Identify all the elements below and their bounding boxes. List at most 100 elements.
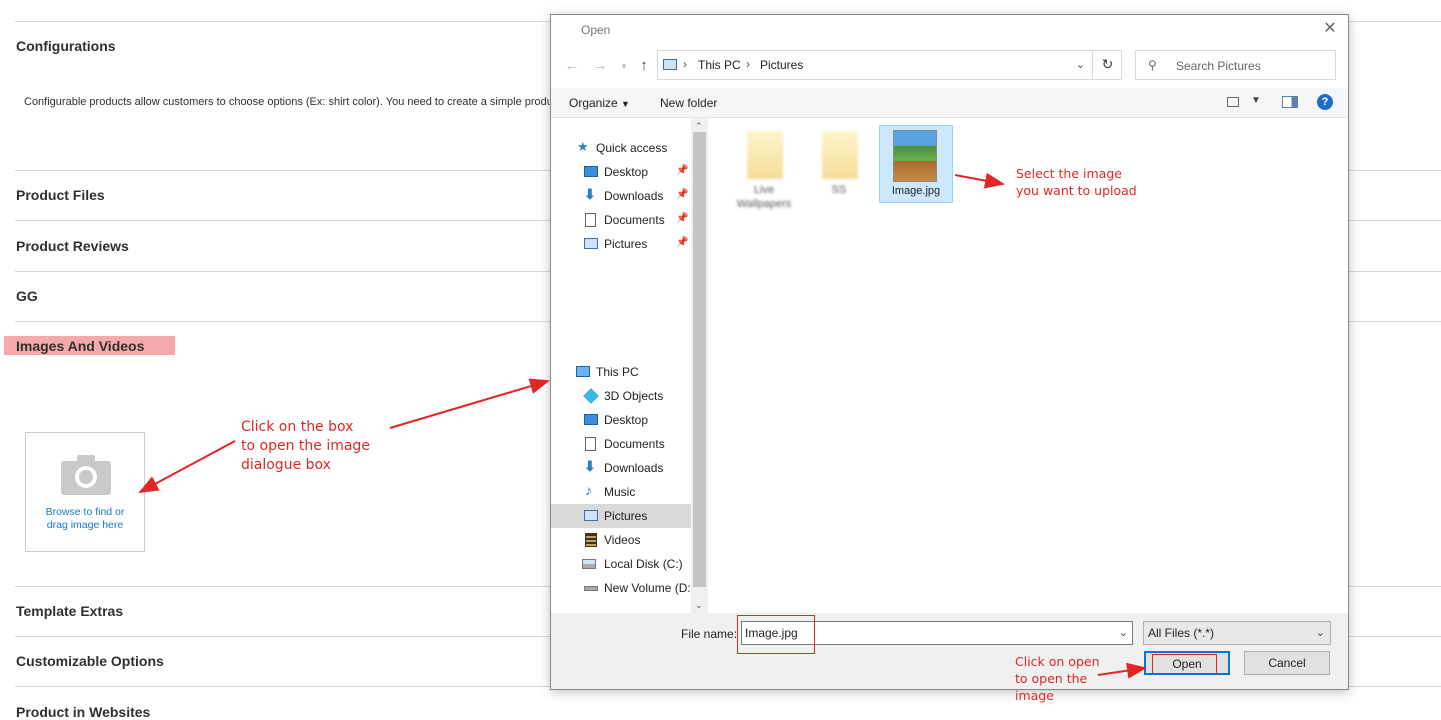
- close-icon[interactable]: ✕: [1320, 19, 1340, 39]
- up-arrow-icon[interactable]: ↑: [635, 57, 653, 74]
- music-note-icon: ♪: [585, 482, 592, 498]
- scroll-up-icon[interactable]: ⌃: [695, 121, 703, 132]
- breadcrumb-this-pc[interactable]: This PC: [698, 58, 741, 72]
- configurations-note: Configurable products allow customers to…: [24, 96, 554, 108]
- section-product-files[interactable]: Product Files: [16, 187, 105, 203]
- camera-icon: [61, 455, 111, 495]
- annotation-line: to open the image: [241, 438, 370, 454]
- address-dropdown-icon[interactable]: ⌄: [1076, 58, 1085, 71]
- back-arrow-icon[interactable]: ←: [563, 57, 581, 74]
- chevron-down-icon: ⌄: [1315, 627, 1325, 639]
- search-box[interactable]: ⚲ Search Pictures: [1135, 50, 1336, 80]
- view-options-icon[interactable]: [1227, 97, 1239, 107]
- nav-quick-pictures[interactable]: Pictures 📌: [551, 232, 691, 256]
- pin-icon: 📌: [676, 237, 689, 248]
- file-label: Image.jpg: [891, 185, 941, 197]
- nav-music[interactable]: ♪ Music: [551, 480, 691, 504]
- nav-scrollbar[interactable]: ⌃ ⌄: [691, 118, 708, 613]
- scroll-down-icon[interactable]: ⌄: [695, 600, 703, 611]
- arrow-to-dialog: [389, 378, 550, 429]
- annotation-select-image: Select the image you want to upload: [1016, 165, 1137, 199]
- file-name-label: File name:: [681, 627, 738, 641]
- scrollbar-thumb[interactable]: [693, 132, 706, 587]
- pictures-icon: [584, 510, 598, 521]
- nav-label: Pictures: [604, 509, 648, 523]
- forward-arrow-icon[interactable]: →: [591, 57, 609, 74]
- nav-documents[interactable]: Documents: [551, 432, 691, 456]
- search-icon: ⚲: [1148, 58, 1157, 72]
- nav-label: Desktop: [604, 413, 649, 427]
- nav-quick-documents[interactable]: Documents 📌: [551, 208, 691, 232]
- nav-label: Downloads: [604, 189, 664, 203]
- annotation-line: Click on the box: [241, 419, 354, 435]
- cube-icon: [583, 388, 599, 404]
- section-customizable-options[interactable]: Customizable Options: [16, 653, 164, 669]
- nav-label: Documents: [604, 437, 665, 451]
- breadcrumb-pictures[interactable]: Pictures: [760, 58, 803, 72]
- chevron-down-icon[interactable]: ▼: [1251, 95, 1261, 106]
- file-type-value: All Files (*.*): [1148, 626, 1215, 640]
- annotation-line: to open the: [1015, 671, 1088, 686]
- desktop-icon: [584, 414, 598, 425]
- nav-videos[interactable]: Videos: [551, 528, 691, 552]
- section-product-reviews[interactable]: Product Reviews: [16, 238, 129, 254]
- annotation-click-box: Click on the box to open the image dialo…: [241, 418, 370, 475]
- file-label-line: Live: [753, 184, 775, 196]
- dialog-footer: File name: Image.jpg ⌄ All Files (*.*) ⌄…: [551, 613, 1348, 689]
- nav-quick-access[interactable]: ★ Quick access: [551, 136, 691, 160]
- section-product-in-websites[interactable]: Product in Websites: [16, 704, 150, 720]
- address-bar[interactable]: › This PC › Pictures ⌄: [657, 50, 1122, 80]
- nav-label: New Volume (D:: [604, 581, 691, 595]
- nav-desktop[interactable]: Desktop: [551, 408, 691, 432]
- nav-quick-desktop[interactable]: Desktop 📌: [551, 160, 691, 184]
- nav-3d-objects[interactable]: 3D Objects: [551, 384, 691, 408]
- film-icon: [585, 533, 597, 547]
- image-upload-box[interactable]: Browse to find or drag image here: [25, 432, 145, 552]
- upload-caption-line1: Browse to find or: [45, 506, 125, 518]
- file-item-image-jpg[interactable]: Image.jpg: [879, 125, 953, 203]
- cancel-button[interactable]: Cancel: [1244, 651, 1330, 675]
- file-item-live-wallpapers[interactable]: Live Wallpapers: [727, 125, 801, 210]
- image-thumbnail: [893, 130, 937, 182]
- pin-icon: 📌: [676, 189, 689, 200]
- nav-new-volume-d[interactable]: New Volume (D:: [551, 576, 691, 600]
- chevron-down-icon[interactable]: ⌄: [1119, 626, 1128, 639]
- file-label: SS: [831, 184, 847, 196]
- breadcrumb-separator-icon: ›: [683, 57, 687, 71]
- nav-local-disk-c[interactable]: Local Disk (C:): [551, 552, 691, 576]
- command-bar: Organize ▼ New folder ▼ ?: [551, 88, 1348, 118]
- chevron-down-icon: ▼: [621, 99, 630, 109]
- nav-downloads[interactable]: ⬇ Downloads: [551, 456, 691, 480]
- desktop-icon: [584, 166, 598, 177]
- nav-label: This PC: [596, 365, 639, 379]
- computer-icon: [576, 366, 590, 377]
- navigation-pane: ★ Quick access Desktop 📌 ⬇ Downloads 📌 D…: [551, 118, 708, 613]
- organize-menu[interactable]: Organize ▼: [569, 96, 630, 110]
- nav-this-pc[interactable]: This PC: [551, 360, 691, 384]
- new-folder-button[interactable]: New folder: [660, 96, 717, 110]
- section-images-and-videos[interactable]: Images And Videos: [4, 336, 175, 355]
- help-icon[interactable]: ?: [1317, 94, 1333, 110]
- annotation-line: image: [1015, 688, 1054, 703]
- preview-pane-icon[interactable]: [1282, 96, 1298, 108]
- document-icon: [585, 437, 596, 451]
- nav-label: Music: [604, 485, 636, 499]
- section-template-extras[interactable]: Template Extras: [16, 603, 123, 619]
- file-type-select[interactable]: All Files (*.*) ⌄: [1143, 621, 1331, 645]
- highlight-open-button: [1152, 654, 1217, 674]
- recent-locations-chevron-icon[interactable]: ▾: [615, 61, 633, 72]
- refresh-icon[interactable]: ↻: [1092, 50, 1122, 80]
- nav-label: 3D Objects: [604, 389, 664, 403]
- section-gg[interactable]: GG: [16, 288, 38, 304]
- upload-caption-line2: drag image here: [46, 519, 124, 531]
- section-configurations[interactable]: Configurations: [16, 38, 116, 54]
- file-item-ss[interactable]: SS: [802, 125, 876, 203]
- nav-pictures[interactable]: Pictures: [551, 504, 691, 528]
- nav-quick-downloads[interactable]: ⬇ Downloads 📌: [551, 184, 691, 208]
- annotation-line: dialogue box: [241, 457, 331, 473]
- file-label-line: Wallpapers: [736, 198, 792, 210]
- arrow-to-upload-box: [138, 440, 236, 493]
- dialog-title: Open: [581, 23, 611, 37]
- nav-label: Desktop: [604, 165, 649, 179]
- nav-label: Pictures: [604, 237, 648, 251]
